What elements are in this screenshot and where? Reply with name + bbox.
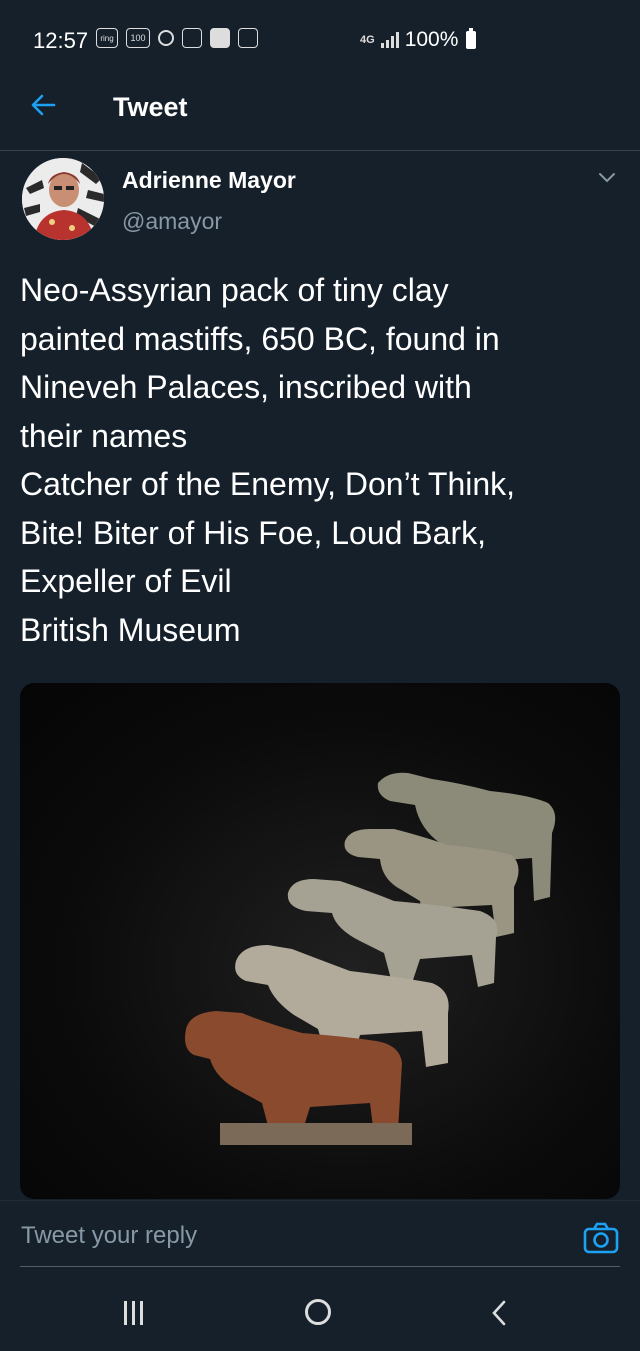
camera-icon[interactable] xyxy=(582,1222,620,1254)
badge-100-icon: 100 xyxy=(126,28,150,48)
ring-app-icon: ring xyxy=(96,28,118,48)
signal-icon xyxy=(380,32,399,48)
status-bar: 12:57 ring 100 4G 100% xyxy=(0,0,640,80)
tweet-text-line: Bite! Biter of His Foe, Loud Bark, xyxy=(20,514,486,551)
calendar-icon xyxy=(238,28,258,48)
notification-icons: ring 100 xyxy=(96,28,258,48)
tweet-text: Neo-Assyrian pack of tiny clay painted m… xyxy=(20,266,620,654)
divider xyxy=(20,1266,620,1267)
avatar[interactable] xyxy=(22,158,104,240)
author-handle[interactable]: @amayor xyxy=(122,208,222,235)
tweet-text-line: Expeller of Evil xyxy=(20,563,232,599)
tweet-image[interactable] xyxy=(20,683,620,1199)
tweet-text-line: Catcher of the Enemy, Don’t Think, xyxy=(20,466,516,502)
calendar-icon xyxy=(182,28,202,48)
home-icon[interactable] xyxy=(305,1299,331,1325)
reply-input[interactable]: Tweet your reply xyxy=(21,1222,197,1250)
tweet-text-line: their names xyxy=(20,417,188,454)
status-right: 4G 100% xyxy=(360,28,477,52)
tweet-text-line: Nineveh Palaces, inscribed with xyxy=(20,369,472,405)
header xyxy=(0,80,640,151)
chat-bubble-icon xyxy=(158,30,174,46)
tweet-text-line: Neo-Assyrian pack of tiny clay xyxy=(20,272,449,308)
chevron-down-icon[interactable] xyxy=(598,172,616,184)
battery-icon xyxy=(466,28,477,49)
tweet-text-line: painted mastiffs, 650 BC, found in xyxy=(20,320,500,357)
author-name[interactable]: Adrienne Mayor xyxy=(122,167,296,194)
tweet-text-line: British Museum xyxy=(20,611,241,648)
network-type-icon: 4G xyxy=(360,33,375,46)
back-chevron-icon[interactable] xyxy=(492,1300,506,1326)
back-arrow-icon[interactable] xyxy=(30,92,56,118)
status-time: 12:57 xyxy=(33,28,89,53)
recent-apps-icon[interactable] xyxy=(124,1301,143,1325)
message-icon xyxy=(210,28,230,48)
page-title: Tweet xyxy=(113,92,188,122)
battery-percent: 100% xyxy=(404,28,459,51)
